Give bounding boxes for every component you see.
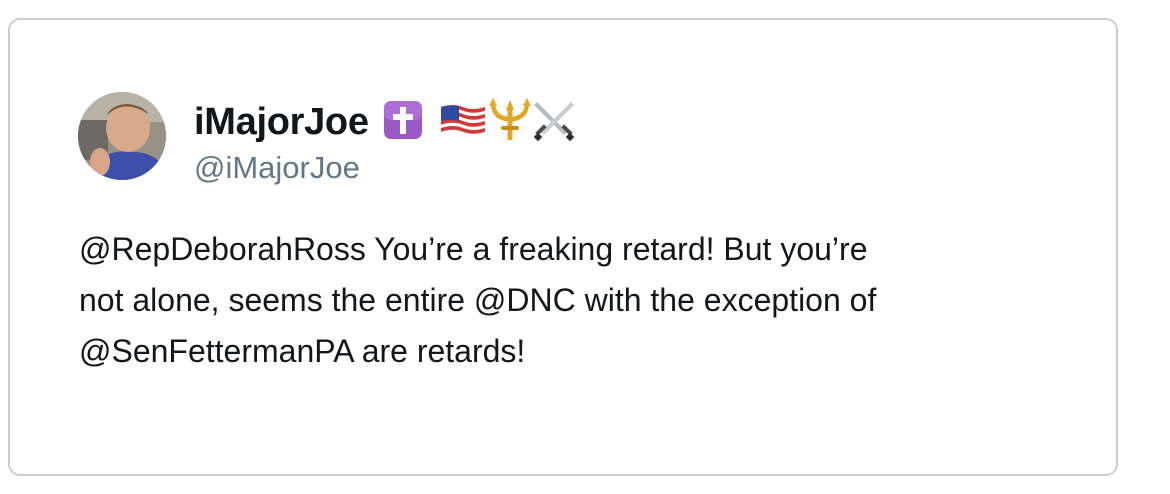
latin-cross-icon	[383, 100, 423, 145]
avatar[interactable]	[78, 92, 166, 180]
tweet-card: iMajorJoe @iMajorJoe @RepDeborahRoss You…	[8, 18, 1118, 476]
display-name[interactable]: iMajorJoe	[194, 101, 369, 144]
user-handle[interactable]: @iMajorJoe	[194, 150, 577, 186]
display-name-row: iMajorJoe	[194, 97, 577, 147]
us-flag-icon	[439, 103, 487, 142]
user-names: iMajorJoe @iMajorJoe	[194, 97, 577, 186]
trident-icon	[487, 97, 533, 147]
avatar-image	[78, 92, 166, 180]
crossed-swords-icon	[531, 99, 577, 146]
tweet-text: @RepDeborahRoss You’re a freaking retard…	[79, 231, 877, 369]
